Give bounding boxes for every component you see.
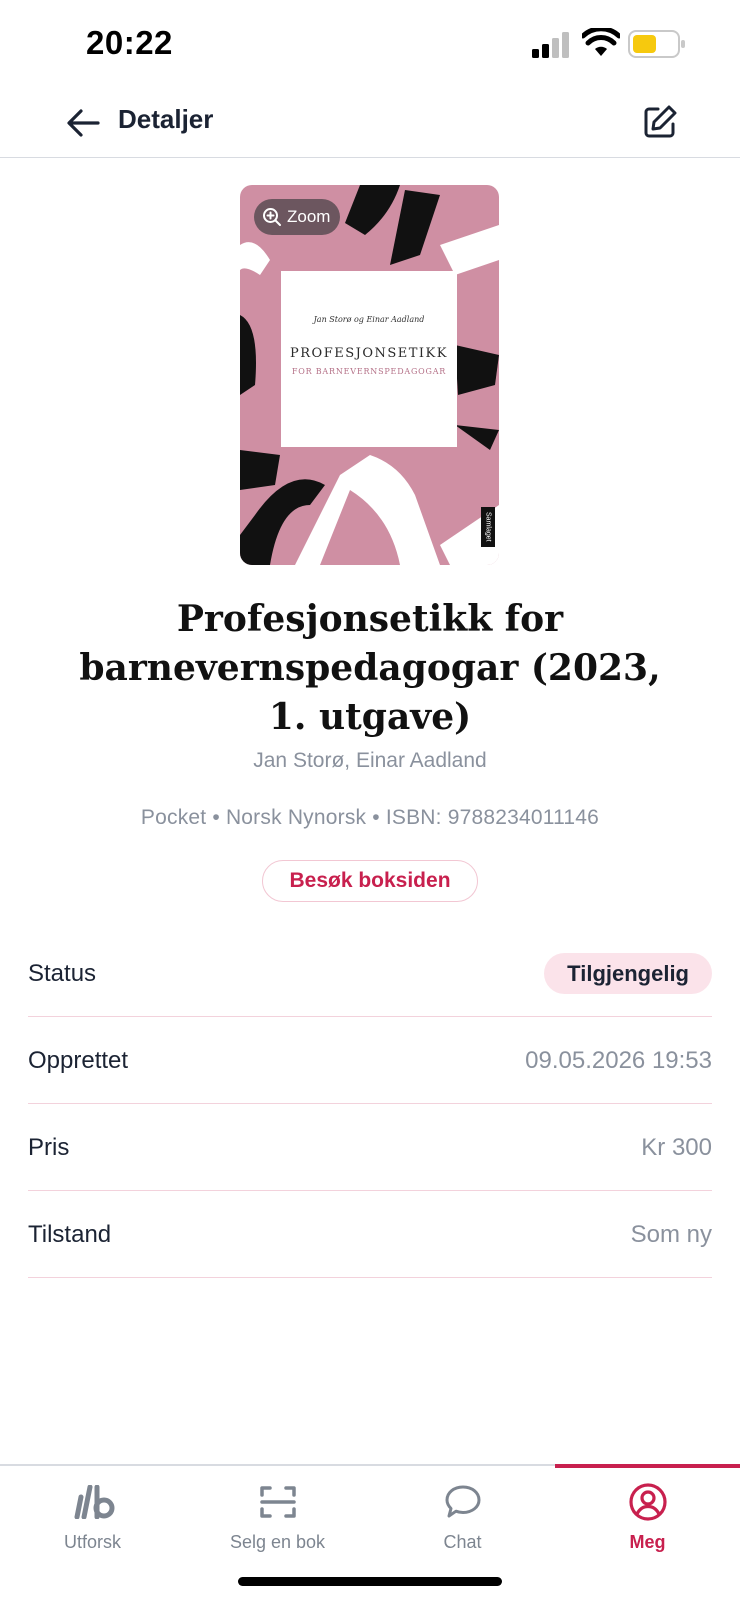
book-authors: Jan Storø, Einar Aadland xyxy=(253,749,487,772)
book-title: Profesjonsetikk for barnevernspedagogar … xyxy=(79,598,661,738)
status-bar: 20:22 xyxy=(0,0,740,88)
edit-icon xyxy=(644,105,677,138)
condition-row: Tilstand Som ny xyxy=(28,1191,712,1278)
tab-label: Meg xyxy=(629,1532,666,1552)
created-value: 09.05.2026 19:53 xyxy=(525,1047,712,1074)
cover-subtitle: FOR BARNEVERNSPEDAGOGAR xyxy=(291,367,447,376)
tab-label: Selg en bok xyxy=(229,1532,326,1552)
arrow-left-icon xyxy=(67,109,100,137)
page-title: Detaljer xyxy=(118,104,214,134)
price-label: Pris xyxy=(28,1134,70,1161)
cover-title-card: Jan Storø og Einar Aadland PROFESJONSETI… xyxy=(281,271,457,447)
condition-value: Som ny xyxy=(630,1221,712,1248)
zoom-label: Zoom xyxy=(287,207,331,226)
price-value: Kr 300 xyxy=(641,1134,712,1161)
cellular-signal-icon xyxy=(532,32,569,58)
status-time: 20:22 xyxy=(86,24,173,61)
book-cover-image[interactable]: Jan Storø og Einar Aadland PROFESJONSETI… xyxy=(240,185,499,565)
details-list: Status Tilgjengelig Opprettet 09.05.2026… xyxy=(28,930,712,1278)
tab-label: Chat xyxy=(443,1532,482,1552)
tab-explore[interactable]: Utforsk xyxy=(0,1466,185,1574)
cover-title: PROFESJONSETIKK xyxy=(290,346,448,361)
status-label: Status xyxy=(28,960,97,987)
lb-logo-icon xyxy=(74,1485,114,1519)
user-circle-icon xyxy=(628,1483,667,1521)
book-meta: Pocket • Norsk Nynorsk • ISBN: 978823401… xyxy=(140,806,600,829)
zoom-in-icon xyxy=(263,208,281,226)
zoom-button[interactable]: Zoom xyxy=(254,199,341,235)
publisher-logo: Samlaget xyxy=(481,507,495,547)
wifi-icon xyxy=(582,28,620,56)
price-row: Pris Kr 300 xyxy=(28,1104,712,1191)
tab-label: Utforsk xyxy=(63,1532,121,1552)
status-badge: Tilgjengelig xyxy=(544,953,712,994)
edit-button[interactable] xyxy=(638,100,682,144)
nav-header: Detaljer xyxy=(0,88,740,158)
condition-label: Tilstand xyxy=(28,1221,112,1248)
created-label: Opprettet xyxy=(28,1047,129,1074)
tab-sell-book[interactable]: Selg en bok xyxy=(185,1466,370,1574)
cover-authors: Jan Storø og Einar Aadland xyxy=(313,315,425,324)
status-row: Status Tilgjengelig xyxy=(28,930,712,1017)
tab-chat[interactable]: Chat xyxy=(370,1466,555,1574)
tab-profile[interactable]: Meg xyxy=(555,1464,740,1574)
created-row: Opprettet 09.05.2026 19:53 xyxy=(28,1017,712,1104)
chat-bubble-icon xyxy=(445,1485,480,1518)
visit-book-page-button[interactable]: Besøk boksiden xyxy=(262,860,478,902)
back-button[interactable] xyxy=(62,102,104,144)
home-indicator[interactable] xyxy=(238,1577,502,1586)
scan-icon xyxy=(259,1486,296,1518)
battery-icon xyxy=(628,30,685,58)
